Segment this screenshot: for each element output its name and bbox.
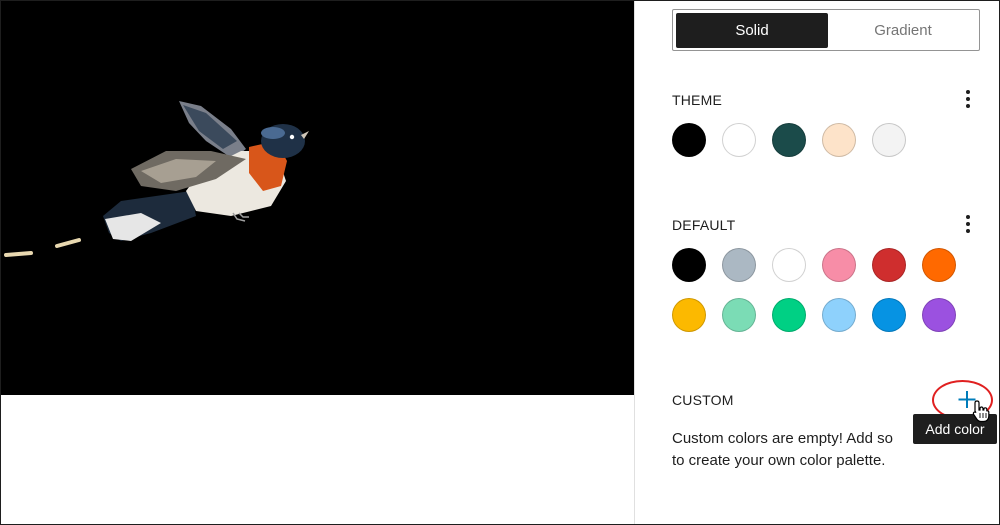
custom-empty-message: Custom colors are empty! Add so to creat… (672, 428, 932, 472)
more-vertical-icon[interactable] (958, 213, 978, 235)
custom-title: CUSTOM (672, 392, 734, 408)
canvas-empty-area (1, 395, 634, 524)
default-color-swatch[interactable] (872, 248, 906, 282)
color-type-toggle: Solid Gradient (672, 9, 980, 51)
theme-color-swatch[interactable] (772, 123, 806, 157)
theme-color-swatch[interactable] (722, 123, 756, 157)
default-color-swatch[interactable] (722, 298, 756, 332)
more-vertical-icon[interactable] (958, 88, 978, 110)
default-color-swatch[interactable] (822, 248, 856, 282)
custom-desc-line-1: Custom colors are empty! Add so (672, 430, 893, 447)
default-color-swatch[interactable] (772, 248, 806, 282)
image-block[interactable] (1, 1, 634, 395)
bird-image (4, 101, 309, 257)
theme-color-swatch[interactable] (672, 123, 706, 157)
default-color-swatch[interactable] (722, 248, 756, 282)
theme-title: THEME (672, 92, 722, 108)
default-color-swatch[interactable] (922, 298, 956, 332)
default-color-swatch[interactable] (922, 248, 956, 282)
default-color-swatch[interactable] (872, 298, 906, 332)
default-color-swatch[interactable] (672, 248, 706, 282)
default-color-swatch[interactable] (772, 298, 806, 332)
default-color-swatch[interactable] (822, 298, 856, 332)
editor-window: Solid Gradient THEME DEFAULT CUSTOM Cust… (0, 0, 1000, 525)
solid-tab[interactable]: Solid (676, 13, 828, 48)
default-color-swatch[interactable] (672, 298, 706, 332)
default-title: DEFAULT (672, 217, 736, 233)
custom-desc-line-2: to create your own color palette. (672, 452, 886, 469)
gradient-tab[interactable]: Gradient (828, 13, 978, 48)
hand-pointer-icon (972, 400, 990, 423)
color-settings-panel: Solid Gradient THEME DEFAULT CUSTOM Cust… (634, 1, 999, 524)
theme-color-swatch[interactable] (822, 123, 856, 157)
theme-color-swatch[interactable] (872, 123, 906, 157)
